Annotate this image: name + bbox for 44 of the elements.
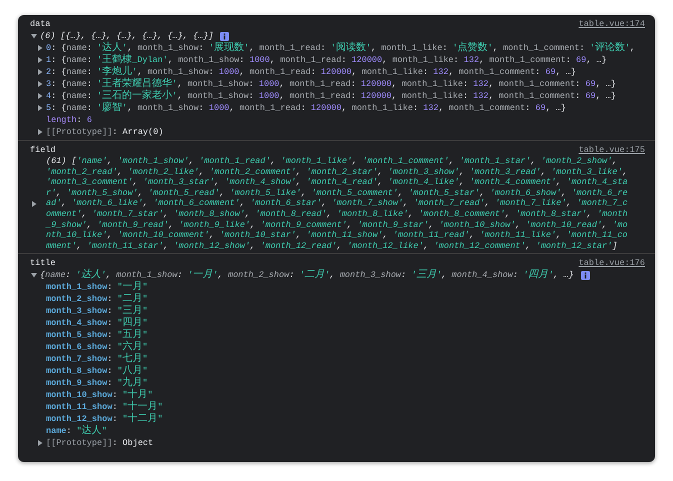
variable-label: title bbox=[30, 257, 56, 270]
expand-arrow-icon[interactable] bbox=[37, 440, 43, 446]
value-preview[interactable]: {name: '达人', month_1_show: '一月', month_2_show: '二月', month_3_show: '三月', month_4_show: '四月', …} bbox=[40, 269, 574, 282]
expand-arrow-icon[interactable] bbox=[37, 129, 43, 135]
property-line: name: "达人" bbox=[46, 425, 107, 438]
expand-arrow-icon[interactable] bbox=[37, 81, 43, 87]
property-line: month_11_show: "十一月" bbox=[46, 401, 163, 414]
property-line: month_7_show: "七月" bbox=[46, 353, 148, 366]
value-preview[interactable]: (61) ['name', 'month_1_show', 'month_1_read', 'month_1_like', 'month_1_comment', 'month_1_star', 'month_2_show', 'month_2_read', 'month_2_like', 'month_2_comment', 'month_2_star', 'month_3_show', 'month_3_read', 'month_3_like', 'month_3_comment', 'month_3_star', 'month_4_show', 'month_4_read', 'month_4_like', 'month_4_comment', 'month_4_star', 'month_5_show', 'month_5_read', 'month_5_like', 'month_5_comment', 'month_5_star', 'month_6_show', 'month_6_read', 'month_6_like', 'month_6_comment', 'month_6_star', 'month_7_show', 'month_7_read', 'month_7_like', 'month_7_comment', 'month_7_star', 'month_8_show', 'month_8_read', 'month_8_like', 'month_8_comment', 'month_8_star', 'month_9_show', 'month_9_read', 'month_9_like', 'month_9_comment', 'month_9_star', 'month_10_show', 'month_10_read', 'month_10_like', 'month_10_comment', 'month_10_star', 'month_11_show', 'month_11_read', 'month_11_like', 'month_11_comment', 'month_11_star', 'month_12_show', 'month_12_read', 'month_12_like', 'month_12_comment', 'month_12_star'] bbox=[40, 156, 630, 252]
property-line: month_1_show: "一月" bbox=[46, 281, 148, 294]
property-line: month_5_show: "五月" bbox=[46, 329, 148, 342]
property-line: month_8_show: "八月" bbox=[46, 365, 148, 378]
property-line: month_2_show: "二月" bbox=[46, 293, 148, 306]
source-link[interactable]: table.vue:174 bbox=[578, 18, 645, 30]
expand-arrow-icon[interactable] bbox=[31, 200, 37, 207]
variable-label: field bbox=[30, 144, 56, 156]
child-preview[interactable]: 0: {name: '达人', month_1_show: '展现数', month_1_read: '阅读数', month_1_like: '点赞数', month_1_comment: '评论数', bbox=[46, 42, 636, 54]
child-preview[interactable]: 3: {name: '王者荣耀吕德华', month_1_show: 1000, month_1_read: 120000, month_1_like: 132, month_1_comment: 69, …} bbox=[46, 78, 616, 90]
property-line: length: 6 bbox=[46, 114, 92, 126]
info-icon[interactable] bbox=[580, 270, 590, 280]
child-preview[interactable]: [[Prototype]]: Array(0) bbox=[46, 126, 164, 138]
child-preview[interactable]: 5: {name: '廖智', month_1_show: 1000, month_1_read: 120000, month_1_like: 132, month_1_comment: 69, …} bbox=[46, 102, 566, 114]
expand-arrow-icon[interactable] bbox=[37, 93, 43, 99]
property-line: month_4_show: "四月" bbox=[46, 317, 148, 330]
source-link[interactable]: table.vue:176 bbox=[578, 257, 645, 270]
property-line: month_6_show: "六月" bbox=[46, 341, 148, 354]
child-preview[interactable]: 1: {name: '王鹤棣_Dylan', month_1_show: 1000, month_1_read: 120000, month_1_like: 132, month_1_comment: 69, …} bbox=[46, 54, 607, 66]
child-preview[interactable]: 2: {name: '李炮儿', month_1_show: 1000, month_1_read: 120000, month_1_like: 132, month_1_comment: 69, …} bbox=[46, 66, 576, 78]
expand-arrow-icon[interactable] bbox=[31, 33, 37, 39]
expand-arrow-icon[interactable] bbox=[37, 57, 43, 63]
expand-arrow-icon[interactable] bbox=[37, 45, 43, 51]
child-preview[interactable]: [[Prototype]]: Object bbox=[46, 437, 154, 450]
expand-arrow-icon[interactable] bbox=[31, 272, 37, 278]
info-icon[interactable] bbox=[220, 32, 230, 40]
property-line: month_12_show: "十二月" bbox=[46, 413, 163, 426]
variable-label: data bbox=[30, 18, 50, 30]
expand-arrow-icon[interactable] bbox=[37, 69, 43, 75]
value-preview[interactable]: (6) [{…}, {…}, {…}, {…}, {…}, {…}] bbox=[40, 30, 214, 42]
property-line: month_10_show: "十月" bbox=[46, 389, 153, 402]
property-line: month_3_show: "三月" bbox=[46, 305, 148, 318]
child-preview[interactable]: 4: {name: '三石的一家老小', month_1_show: 1000, month_1_read: 120000, month_1_like: 132, month_1_comment: 69, …} bbox=[46, 90, 616, 102]
property-line: month_9_show: "九月" bbox=[46, 377, 148, 390]
expand-arrow-icon[interactable] bbox=[37, 105, 43, 111]
source-link[interactable]: table.vue:175 bbox=[578, 144, 645, 156]
